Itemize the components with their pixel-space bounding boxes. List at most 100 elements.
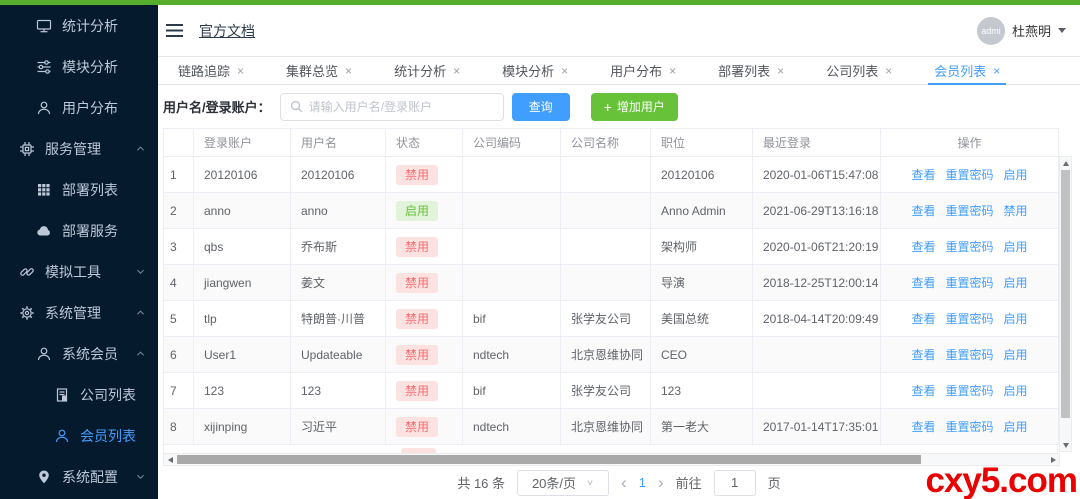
hamburger-menu-icon[interactable] [166, 23, 183, 38]
cell-status: 禁用 [386, 229, 463, 265]
row-action-link[interactable]: 查看 [911, 420, 935, 434]
scroll-down-icon[interactable] [1060, 439, 1071, 451]
cell-account: 20120106 [194, 157, 291, 193]
tab-公司列表[interactable]: 公司列表× [826, 57, 892, 84]
row-number: 3 [164, 229, 194, 265]
row-action-link[interactable]: 查看 [911, 168, 935, 182]
table-header: 登录账户用户名状态公司编码公司名称职位最近登录操作 [164, 129, 1059, 157]
row-action-link[interactable]: 重置密码 [945, 168, 993, 182]
monitor-icon [36, 18, 52, 34]
sidebar-item-system-management[interactable]: 系统管理 [0, 292, 158, 333]
row-action-link[interactable]: 重置密码 [945, 420, 993, 434]
sidebar-item-deploy-list[interactable]: 部署列表 [0, 169, 158, 210]
cell-actions: 查看重置密码启用 [881, 157, 1059, 193]
cell-company-name: 张学友公司 [561, 301, 651, 337]
page-size-select[interactable]: 20条/页 ∨ [517, 470, 609, 496]
next-page-button[interactable]: › [658, 474, 664, 491]
row-action-link[interactable]: 重置密码 [945, 348, 993, 362]
tab-label: 链路追踪 [178, 61, 230, 80]
sidebar-item-simulation-tools[interactable]: 模拟工具 [0, 251, 158, 292]
sidebar-item-label: 部署服务 [62, 221, 118, 241]
cell-last-login: 2018-04-14T20:09:49 [753, 301, 881, 337]
scroll-left-icon[interactable] [164, 454, 176, 465]
cell-username: 乔布斯 [291, 229, 386, 265]
tab-close-icon[interactable]: × [885, 65, 892, 77]
tab-close-icon[interactable]: × [777, 65, 784, 77]
chevron-up-icon [135, 143, 146, 154]
row-action-link[interactable]: 启用 [1004, 384, 1028, 398]
tab-链路追踪[interactable]: 链路追踪 × [178, 57, 244, 84]
cell-status: 禁用 [386, 373, 463, 409]
row-action-link[interactable]: 重置密码 [945, 384, 993, 398]
vertical-scrollbar[interactable] [1059, 156, 1072, 452]
row-action-link[interactable]: 查看 [911, 204, 935, 218]
row-action-link[interactable]: 重置密码 [945, 240, 993, 254]
tab-close-icon[interactable]: × [345, 65, 352, 77]
link-icon [19, 264, 35, 280]
tab-模块分析[interactable]: 模块分析 × [502, 57, 568, 84]
row-action-link[interactable]: 重置密码 [945, 276, 993, 290]
page: 统计分析模块分析用户分布服务管理部署列表部署服务模拟工具系统管理系统会员公司列表… [0, 0, 1080, 499]
tab-统计分析[interactable]: 统计分析× [394, 57, 460, 84]
filter-bar: 用户名/登录账户： 查询 + 增加用户 [158, 85, 1080, 128]
prev-page-button[interactable]: ‹ [621, 474, 627, 491]
tab-close-icon[interactable]: × [453, 65, 460, 77]
row-action-link[interactable]: 查看 [911, 240, 935, 254]
add-user-button[interactable]: + 增加用户 [591, 93, 678, 121]
sidebar-item-deploy-service[interactable]: 部署服务 [0, 210, 158, 251]
sidebar-item-member-list[interactable]: 会员列表 [0, 415, 158, 456]
scroll-up-icon[interactable] [1060, 157, 1071, 169]
row-action-link[interactable]: 启用 [1004, 312, 1028, 326]
row-action-link[interactable]: 重置密码 [945, 204, 993, 218]
row-action-link[interactable]: 查看 [911, 276, 935, 290]
sidebar-item-statistics-analysis[interactable]: 统计分析 [0, 5, 158, 46]
sidebar-item-service-management[interactable]: 服务管理 [0, 128, 158, 169]
cell-username: 姜文 [291, 265, 386, 301]
tab-close-icon[interactable]: × [237, 65, 244, 77]
cell-status: 禁用 [386, 301, 463, 337]
vertical-scrollbar-thumb[interactable] [1061, 170, 1070, 418]
sidebar-item-system-members[interactable]: 系统会员 [0, 333, 158, 374]
row-action-link[interactable]: 禁用 [1004, 204, 1028, 218]
tab-部署列表[interactable]: 部署列表 × [718, 57, 784, 84]
tab-集群总览[interactable]: 集群总览× [286, 57, 352, 84]
page-unit-label: 页 [768, 473, 781, 492]
row-action-link[interactable]: 查看 [911, 312, 935, 326]
user-icon [36, 100, 52, 116]
search-input[interactable] [309, 100, 494, 114]
query-button[interactable]: 查询 [512, 93, 570, 121]
row-action-link[interactable]: 查看 [911, 384, 935, 398]
row-action-link[interactable]: 启用 [1004, 420, 1028, 434]
tab-close-icon[interactable]: × [669, 65, 676, 77]
tab-close-icon[interactable]: × [993, 65, 1000, 77]
sidebar-item-label: 统计分析 [62, 16, 118, 36]
sidebar-item-module-analysis[interactable]: 模块分析 [0, 46, 158, 87]
row-action-link[interactable]: 启用 [1004, 348, 1028, 362]
row-action-link[interactable]: 启用 [1004, 240, 1028, 254]
sidebar-item-user-distribution[interactable]: 用户分布 [0, 87, 158, 128]
members-table: 登录账户用户名状态公司编码公司名称职位最近登录操作 12012010620120… [163, 128, 1059, 445]
tab-close-icon[interactable]: × [561, 65, 568, 77]
current-page-number[interactable]: 1 [639, 475, 646, 490]
row-action-link[interactable]: 启用 [1004, 276, 1028, 290]
user-menu[interactable]: admi 杜燕明 [977, 17, 1066, 45]
cell-last-login: 2021-06-29T13:16:18 [753, 193, 881, 229]
chevron-up-icon [135, 307, 146, 318]
table-row: 8xijinping习近平禁用ndtech北京恩维协同第一老大2017-01-1… [164, 409, 1059, 445]
goto-page-input[interactable] [714, 470, 756, 496]
row-action-link[interactable]: 重置密码 [945, 312, 993, 326]
row-number: 8 [164, 409, 194, 445]
table-header-row: 登录账户用户名状态公司编码公司名称职位最近登录操作 [164, 129, 1059, 157]
sidebar-item-company-list[interactable]: 公司列表 [0, 374, 158, 415]
tab-label: 模块分析 [502, 61, 554, 80]
tab-label: 部署列表 [718, 61, 770, 80]
sidebar-item-system-config[interactable]: 系统配置 [0, 456, 158, 497]
official-docs-link[interactable]: 官方文档 [199, 21, 255, 41]
sidebar: 统计分析模块分析用户分布服务管理部署列表部署服务模拟工具系统管理系统会员公司列表… [0, 5, 158, 499]
column-header: 最近登录 [753, 129, 881, 157]
row-action-link[interactable]: 查看 [911, 348, 935, 362]
horizontal-scrollbar-thumb[interactable] [177, 455, 921, 464]
tab-会员列表[interactable]: 会员列表× [934, 57, 1000, 84]
tab-用户分布[interactable]: 用户分布× [610, 57, 676, 84]
row-action-link[interactable]: 启用 [1004, 168, 1028, 182]
